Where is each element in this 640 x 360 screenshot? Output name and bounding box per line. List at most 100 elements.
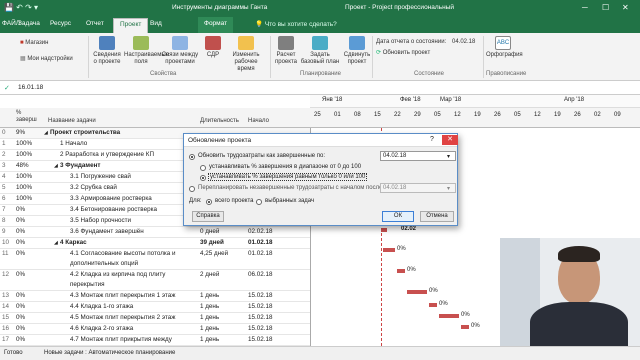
table-row[interactable]: 15 0% 4.5 Монтаж плит перекрытия 2 этаж 1 д… — [0, 313, 310, 324]
table-row[interactable]: 9 0% 3.6 Фундамент завершён 0 дней 02.02.18 — [0, 227, 310, 238]
radio-update-work[interactable] — [189, 154, 195, 160]
chevron-down-icon[interactable]: ▾ — [447, 185, 450, 192]
store-button[interactable]: ■ Магазин — [20, 40, 48, 46]
update-date-picker[interactable]: 04.02.18 ▾ — [380, 151, 456, 161]
divider — [88, 36, 89, 78]
move-project-button[interactable]: Сдвинуть проект — [342, 36, 372, 66]
day-tick: 26 — [574, 112, 581, 118]
store-icon: ■ — [20, 40, 24, 46]
gantt-bar[interactable] — [429, 303, 437, 307]
day-tick: 09 — [614, 112, 621, 118]
whole-project-label: всего проекта — [215, 198, 254, 204]
opt-update-work-label: Обновить трудозатраты как завершенные по… — [198, 153, 326, 159]
table-row[interactable]: 14 0% 4.4 Кладка 1-го этажа 1 день 15.02.18 — [0, 302, 310, 313]
gantt-bar[interactable] — [439, 314, 459, 318]
update-project-button[interactable]: ⟳ Обновить проект — [376, 49, 430, 56]
divider — [270, 36, 271, 78]
gantt-bar[interactable] — [383, 248, 395, 252]
store-label: Магазин — [25, 40, 49, 46]
gantt-pct-label: 0% — [407, 267, 416, 273]
radio-pct-0-100[interactable] — [200, 175, 206, 181]
table-row[interactable]: 12 0% 4.2 Кладка из кирпича под плиту перек… — [0, 270, 310, 291]
presenter-hair — [558, 246, 600, 262]
table-row[interactable]: 13 0% 4.3 Монтаж плит перекрытия 1 этаж 1 д… — [0, 291, 310, 302]
timescale-months: Янв '18 Фев '18 Мар '18 Апр '18 — [310, 95, 640, 108]
collapse-icon[interactable]: ◢ — [54, 240, 58, 246]
tab-view[interactable]: Вид — [150, 20, 162, 27]
chevron-down-icon[interactable]: ▾ — [447, 153, 450, 160]
collapse-icon[interactable]: ◢ — [54, 163, 58, 169]
task-duration: 39 дней — [200, 239, 224, 246]
task-duration: 2 дней — [200, 271, 220, 278]
calc-project-button[interactable]: Расчет проекта — [273, 36, 299, 66]
tab-format[interactable]: Формат — [198, 17, 234, 33]
entry-bar[interactable]: ✓ 16.01.18 — [0, 82, 640, 95]
project-info-button[interactable]: Сведения о проекте — [91, 36, 123, 66]
task-start: 15.02.18 — [248, 336, 273, 343]
calendar-icon — [238, 36, 254, 50]
help-button[interactable]: Справка — [192, 211, 224, 222]
set-baseline-button[interactable]: Задать базовый план — [300, 36, 340, 66]
wbs-button[interactable]: СДР — [201, 36, 225, 59]
custom-fields-button[interactable]: Настраиваемые поля — [124, 36, 169, 66]
update-project-dialog: Обновление проекта ? ✕ Обновить трудозат… — [183, 133, 458, 226]
dialog-close-icon[interactable]: ✕ — [442, 135, 458, 145]
row-id: 1 — [2, 140, 6, 147]
presenter-video — [500, 238, 640, 346]
worktime-label: Изменить рабочее время — [232, 52, 260, 72]
row-id: 14 — [2, 303, 10, 310]
status-date-value[interactable]: 04.02.18 — [452, 39, 475, 45]
gantt-pct-label: 0% — [397, 246, 406, 252]
dialog-titlebar: Обновление проекта ? ✕ — [184, 134, 458, 147]
table-row[interactable]: 11 0% 4.1 Согласование высоты потолка и доп… — [0, 249, 310, 270]
reschedule-date-picker[interactable]: 04.02.18 ▾ — [380, 183, 456, 193]
day-tick: 12 — [534, 112, 541, 118]
cancel-button[interactable]: Отмена — [420, 211, 454, 222]
quick-access-icons[interactable]: 💾 ↶ ↷ ▾ — [4, 3, 38, 12]
links-projects-button[interactable]: Связи между проектами — [160, 36, 200, 66]
day-tick: 05 — [514, 112, 521, 118]
check-icon[interactable]: ✓ — [4, 84, 10, 92]
col-start[interactable]: Начало — [248, 118, 269, 124]
tell-me-search[interactable]: 💡 Что вы хотите сделать? — [255, 20, 337, 28]
tab-project[interactable]: Проект — [113, 18, 149, 33]
gantt-bar[interactable] — [407, 290, 427, 294]
tab-report[interactable]: Отчет — [86, 20, 104, 27]
task-name-wrap: перекрытия — [70, 281, 105, 288]
gantt-bar[interactable] — [397, 269, 405, 273]
row-id: 2 — [2, 151, 6, 158]
gantt-bar[interactable] — [381, 228, 387, 232]
change-worktime-button[interactable]: Изменить рабочее время — [226, 36, 266, 73]
table-row[interactable]: 10 0% ◢ 4 Каркас 39 дней 01.02.18 — [0, 238, 310, 249]
help-icon[interactable]: ? — [430, 136, 434, 143]
radio-whole-project[interactable] — [206, 199, 212, 205]
maximize-icon[interactable]: ☐ — [602, 3, 609, 12]
addins-icon: ▦ — [20, 56, 26, 62]
gantt-bar[interactable] — [461, 325, 469, 329]
task-name: 4.7 Монтаж плит прикрытия между — [70, 336, 172, 343]
row-id: 3 — [2, 162, 6, 169]
collapse-icon[interactable]: ◢ — [44, 130, 48, 136]
new-tasks-mode[interactable]: Новые задачи : Автоматическое планирован… — [44, 350, 175, 356]
task-name: 1 Начало — [60, 140, 88, 147]
col-duration[interactable]: Длительность — [200, 118, 239, 124]
task-start: 15.02.18 — [248, 314, 273, 321]
ok-button[interactable]: ОК — [382, 211, 414, 222]
col-name[interactable]: Название задачи — [48, 118, 96, 124]
spelling-button[interactable]: ABC Орфография — [486, 36, 523, 59]
day-tick: 02 — [594, 112, 601, 118]
radio-pct-range[interactable] — [200, 165, 206, 171]
tab-resource[interactable]: Ресурс — [50, 20, 71, 27]
row-id: 6 — [2, 195, 6, 202]
col-pct[interactable]: % заверш — [16, 110, 37, 124]
radio-reschedule[interactable] — [189, 186, 195, 192]
tab-task[interactable]: Задача — [18, 20, 40, 27]
my-addins-button[interactable]: ▦ Мои надстройки — [20, 55, 73, 62]
day-tick: 01 — [334, 112, 341, 118]
minimize-icon[interactable]: ─ — [582, 3, 588, 12]
radio-selected-tasks[interactable] — [256, 199, 262, 205]
table-row[interactable]: 17 0% 4.7 Монтаж плит прикрытия между 1 ден… — [0, 335, 310, 346]
table-row[interactable]: 16 0% 4.6 Кладка 2-го этажа 1 день 15.02.18 — [0, 324, 310, 335]
close-icon[interactable]: ✕ — [622, 3, 629, 12]
opt-pct-range-label: устанавливать % завершения в диапазоне о… — [209, 164, 362, 170]
